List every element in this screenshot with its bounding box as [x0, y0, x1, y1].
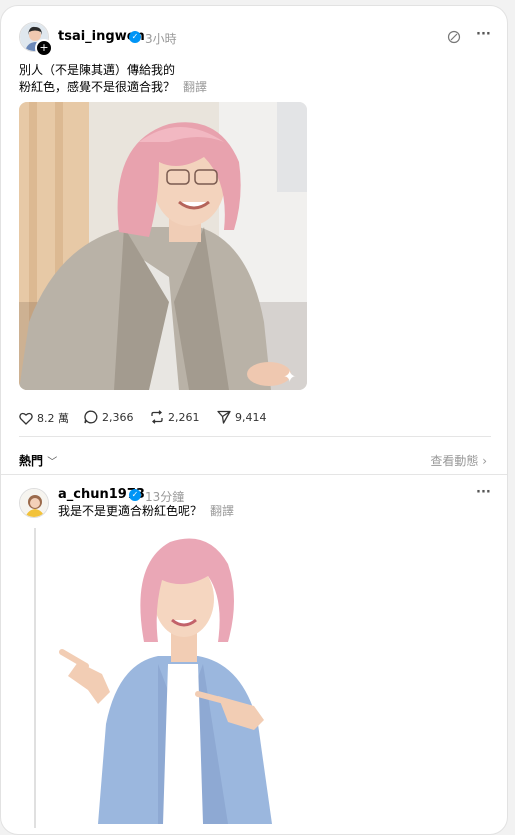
post-photo[interactable]: ✦ — [19, 102, 307, 390]
share-count: 9,414 — [235, 410, 267, 424]
post-text-line1: 別人（不是陳其邁）傳給我的 — [19, 63, 176, 77]
chevron-right-icon: › — [482, 454, 487, 468]
post-time: 3小時 — [145, 32, 177, 46]
section-divider — [1, 474, 507, 475]
follow-plus-icon[interactable]: + — [35, 39, 53, 57]
view-activity-link[interactable]: 查看動態 › — [430, 452, 487, 469]
like-button[interactable]: 8.2 萬 — [19, 410, 69, 426]
reply-avatar[interactable] — [19, 488, 49, 518]
thread-line — [34, 528, 36, 828]
comment-count: 2,366 — [102, 410, 134, 424]
heart-icon — [19, 412, 33, 425]
divider — [19, 436, 491, 437]
comment-button[interactable]: 2,366 — [84, 410, 134, 424]
view-activity-label: 查看動態 — [430, 454, 479, 468]
reply-translate-link[interactable]: 翻譯 — [210, 504, 234, 518]
sort-label: 熱門 — [19, 454, 44, 468]
translate-link[interactable]: 翻譯 — [183, 80, 207, 94]
send-icon — [217, 410, 231, 424]
reply-more-options-icon[interactable]: ··· — [476, 485, 491, 500]
post-text-line2: 粉紅色，感覺不是很適合我？ 翻譯 — [19, 79, 207, 96]
repost-button[interactable]: 2,261 — [150, 410, 200, 424]
reply-text: 我是不是更適合粉紅色呢？ 翻譯 — [58, 503, 234, 520]
repost-count: 2,261 — [168, 410, 200, 424]
like-count: 8.2 萬 — [37, 412, 69, 425]
thread-card: + tsai_ingwen ✓ 3小時 ··· 別人（不是陳其邁）傳給我的 粉紅… — [0, 5, 508, 835]
chevron-down-icon: ﹀ — [47, 457, 58, 468]
repost-icon — [151, 410, 163, 424]
reply-verified-badge-icon: ✓ — [129, 489, 141, 501]
post-text-line2-content: 粉紅色，感覺不是很適合我？ — [19, 80, 176, 94]
comment-icon — [84, 410, 98, 424]
share-button[interactable]: 9,414 — [217, 410, 267, 424]
reply-text-content: 我是不是更適合粉紅色呢？ — [58, 504, 203, 518]
sort-dropdown[interactable]: 熱門 ﹀ — [19, 452, 57, 469]
svg-text:✦: ✦ — [283, 367, 296, 386]
translate-circle-icon[interactable] — [447, 30, 461, 48]
more-options-icon[interactable]: ··· — [476, 27, 491, 42]
reply-photo[interactable] — [58, 524, 274, 824]
verified-badge-icon: ✓ — [129, 31, 141, 43]
